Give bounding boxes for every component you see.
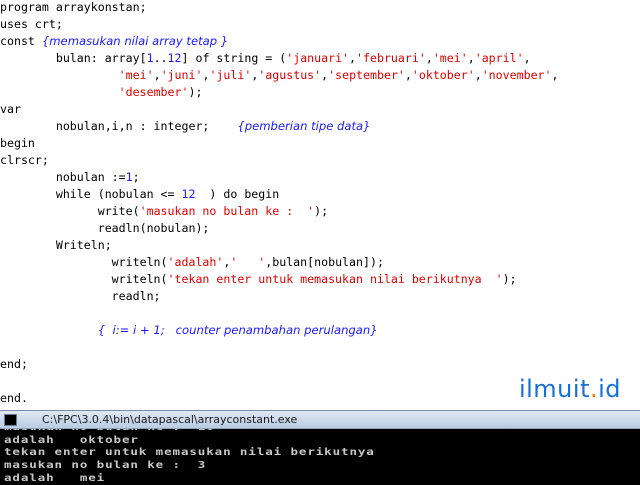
console-title-bar[interactable]: C:\FPC\3.0.4\bin\datapascal\arrayconstan… bbox=[0, 411, 640, 429]
code-token: var bbox=[0, 102, 21, 116]
code-token: , bbox=[153, 68, 161, 82]
code-token: 'desember' bbox=[118, 85, 189, 99]
code-token: ; bbox=[132, 170, 140, 184]
code-token: 'mei' bbox=[118, 68, 154, 82]
code-token: nobulan := bbox=[0, 170, 126, 184]
console-line: tekan enter untuk memasukan nilai beriku… bbox=[4, 445, 375, 458]
code-token: , bbox=[467, 51, 475, 65]
code-token: 'februari' bbox=[356, 51, 426, 65]
code-token: while (nobulan <= bbox=[0, 187, 182, 201]
code-line[interactable]: write('masukan no bulan ke : '); bbox=[0, 203, 328, 220]
watermark-logo: ilmuit.id bbox=[506, 373, 634, 405]
code-editor[interactable]: program arraykonstan; uses crt; const {mem… bbox=[0, 0, 640, 410]
code-line[interactable]: const {memasukan nilai array tetap } bbox=[0, 33, 228, 50]
code-line[interactable]: bulan: array[1..12] of string = ('januar… bbox=[0, 50, 531, 67]
console-output: masukan no bulan ke : 10 adalah oktoberte… bbox=[0, 429, 640, 485]
code-token: 'januari' bbox=[286, 51, 350, 65]
code-line[interactable]: writeln('tekan enter untuk memasukan nil… bbox=[0, 271, 517, 288]
code-token: uses crt; bbox=[0, 17, 63, 31]
code-token: 'juni' bbox=[160, 68, 203, 82]
code-token: readln(nobulan); bbox=[0, 221, 210, 235]
code-token: bulan: array[ bbox=[0, 51, 147, 65]
code-token: .. bbox=[153, 51, 168, 65]
code-line[interactable]: Writeln; bbox=[0, 237, 112, 254]
code-token: 1 bbox=[125, 170, 133, 184]
console-line: adalah oktober bbox=[4, 433, 139, 446]
code-line[interactable]: while (nobulan <= 12 ) do begin bbox=[0, 186, 279, 203]
code-token: 'agustus' bbox=[258, 68, 322, 82]
code-line[interactable]: { i:= i + 1; counter penambahan perulang… bbox=[0, 322, 378, 339]
console-app-icon bbox=[4, 414, 17, 426]
code-token: , bbox=[425, 51, 433, 65]
code-token: , bbox=[474, 68, 482, 82]
code-token: begin bbox=[0, 136, 35, 150]
code-token: 1 bbox=[146, 51, 154, 65]
code-token: ); bbox=[188, 85, 203, 99]
code-token: , bbox=[551, 68, 559, 82]
code-token: ); bbox=[314, 204, 329, 218]
code-token: 'september' bbox=[328, 68, 405, 82]
code-token: 'november' bbox=[481, 68, 552, 82]
code-token: {memasukan nilai array tetap } bbox=[41, 34, 229, 48]
watermark-text: ilmuit bbox=[518, 375, 590, 403]
code-token: 'masukan no bulan ke : ' bbox=[139, 204, 315, 218]
code-token: ) do begin bbox=[195, 187, 280, 201]
code-line[interactable]: nobulan,i,n : integer; {pemberian tipe d… bbox=[0, 118, 371, 135]
console-title: C:\FPC\3.0.4\bin\datapascal\arrayconstan… bbox=[42, 413, 298, 426]
code-token: 'tekan enter untuk memasukan nilai berik… bbox=[167, 272, 503, 286]
console-line: adalah mei bbox=[4, 471, 106, 484]
code-token: writeln( bbox=[0, 272, 168, 286]
code-line[interactable]: program arraykonstan; bbox=[0, 0, 147, 16]
code-token: end; bbox=[0, 357, 28, 371]
code-token: Writeln; bbox=[0, 238, 112, 252]
code-token: writeln( bbox=[0, 255, 168, 269]
code-token: ' ' bbox=[230, 255, 266, 269]
code-token: ] of string = ( bbox=[181, 51, 287, 65]
code-line[interactable]: uses crt; bbox=[0, 16, 63, 33]
code-token: readln; bbox=[0, 289, 161, 303]
console-line: masukan no bulan ke : 10 bbox=[4, 429, 215, 431]
code-token: const bbox=[0, 34, 42, 48]
code-token: nobulan,i,n : integer; bbox=[0, 119, 238, 133]
code-line[interactable]: var bbox=[0, 101, 21, 118]
code-token: , bbox=[349, 51, 357, 65]
code-line[interactable]: begin bbox=[0, 135, 35, 152]
code-token: { i:= i + 1; counter penambahan perulang… bbox=[97, 323, 378, 337]
code-token: 12 bbox=[167, 51, 182, 65]
code-token: , bbox=[523, 51, 531, 65]
code-token: 'oktober' bbox=[411, 68, 475, 82]
code-token: 'april' bbox=[474, 51, 524, 65]
code-line[interactable]: readln(nobulan); bbox=[0, 220, 210, 237]
code-line[interactable]: readln; bbox=[0, 288, 161, 305]
watermark-suffix: id bbox=[598, 375, 622, 403]
code-line[interactable]: writeln('adalah',' ',bulan[nobulan]); bbox=[0, 254, 384, 271]
console-window[interactable]: C:\FPC\3.0.4\bin\datapascal\arrayconstan… bbox=[0, 410, 640, 485]
code-line[interactable]: end; bbox=[0, 356, 28, 373]
code-token: end. bbox=[0, 391, 28, 405]
code-token: clrscr; bbox=[0, 153, 49, 167]
code-token: ,bulan[nobulan]); bbox=[265, 255, 384, 269]
code-token: 12 bbox=[181, 187, 196, 201]
code-line[interactable]: end. bbox=[0, 390, 28, 407]
code-token: ); bbox=[502, 272, 517, 286]
watermark-dot: . bbox=[589, 375, 599, 403]
code-token: program arraykonstan; bbox=[0, 0, 147, 14]
code-token: 'mei' bbox=[432, 51, 468, 65]
code-token: write( bbox=[0, 204, 140, 218]
code-line[interactable]: nobulan :=1; bbox=[0, 169, 140, 186]
code-token: 'juli' bbox=[209, 68, 252, 82]
code-token: 'adalah' bbox=[167, 255, 224, 269]
code-token: {pemberian tipe data} bbox=[237, 119, 371, 133]
code-token: , bbox=[404, 68, 412, 82]
code-line[interactable]: clrscr; bbox=[0, 152, 49, 169]
console-line: masukan no bulan ke : 3 bbox=[4, 458, 207, 471]
code-line[interactable]: 'mei','juni','juli','agustus','september… bbox=[0, 67, 559, 84]
code-line[interactable]: 'desember'); bbox=[0, 84, 203, 101]
